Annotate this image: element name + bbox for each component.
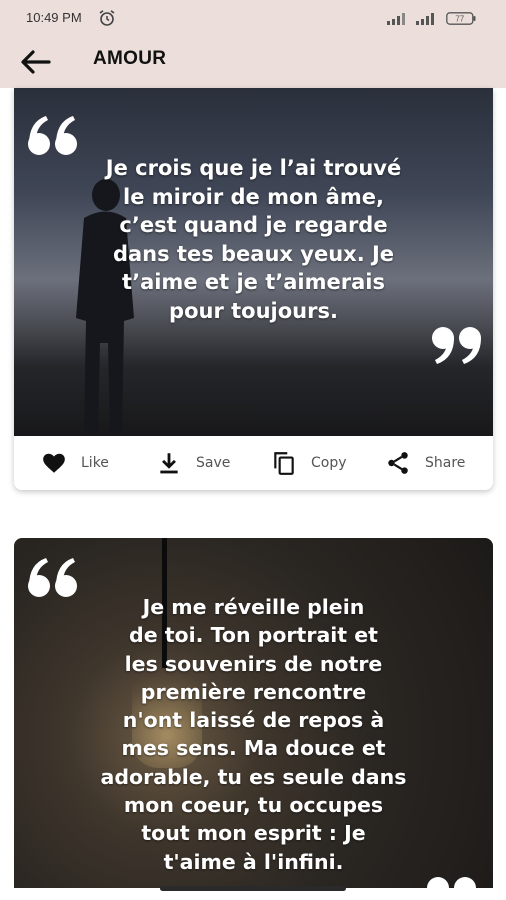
app-bar: AMOUR [0,36,506,88]
quote-line: Je crois que je l’ai trouvé [105,156,402,180]
page-title: AMOUR [93,48,167,69]
quote-background-image: Je crois que je l’ai trouvé le miroir de… [14,88,493,436]
battery-icon: 77 [446,12,476,25]
copy-label: Copy [311,455,347,471]
copy-button[interactable]: Copy [271,450,347,476]
quote-line: t'aime à l'infini. [163,849,344,874]
signal-icon [387,13,405,25]
quote-line: les souvenirs de notre [124,651,383,676]
quote-text: Je me réveille plein de toi. Ton portrai… [34,593,473,876]
quote-line: dans tes beaux yeux. Je [112,241,395,266]
quote-text: Je crois que je l’ai trouvé le miroir de… [44,154,463,325]
save-label: Save [196,455,231,471]
save-button[interactable]: Save [156,450,230,476]
heart-icon [43,453,65,473]
signal-icon [416,13,434,25]
quote-close-icon [427,877,476,888]
status-bar: 10:49 PM 77 [0,0,506,36]
quote-open-icon [28,116,77,155]
quote-line: le miroir de mon âme, [123,184,384,209]
download-icon [160,453,178,474]
quote-line: première rencontre [140,679,367,704]
like-label: Like [81,455,109,471]
quote-line: adorable, tu es seule dans [100,764,407,789]
arrow-left-icon[interactable] [18,47,52,77]
alarm-clock-icon [99,10,115,26]
quote-line: de toi. Ton portrait et [129,623,378,648]
share-icon [388,452,408,474]
quote-close-icon [432,327,481,364]
quote-card: Je me réveille plein de toi. Ton portrai… [14,538,493,888]
status-time: 10:49 PM [26,10,82,25]
quote-line: t’aime et je t’aimerais [122,270,385,294]
quote-line: tout mon esprit : Je [141,821,366,846]
gesture-nav-bar[interactable] [160,886,346,891]
quote-line: mes sens. Ma douce et [121,736,386,761]
share-button[interactable]: Share [385,450,465,476]
quote-line: mon coeur, tu occupes [123,793,384,818]
battery-level: 77 [455,15,464,24]
share-label: Share [425,455,466,471]
copy-icon [274,452,294,475]
like-button[interactable]: Like [41,450,109,476]
quote-line: n'ont laissé de repos à [122,708,385,733]
quote-line: pour toujours. [169,298,338,323]
quote-card: Je crois que je l’ai trouvé le miroir de… [14,88,493,490]
quote-actions: Like Save Copy Share [14,436,493,490]
quote-line: c’est quand je regarde [119,213,388,237]
quote-line: Je me réveille plein [142,595,365,619]
quote-background-image: Je me réveille plein de toi. Ton portrai… [14,538,493,888]
